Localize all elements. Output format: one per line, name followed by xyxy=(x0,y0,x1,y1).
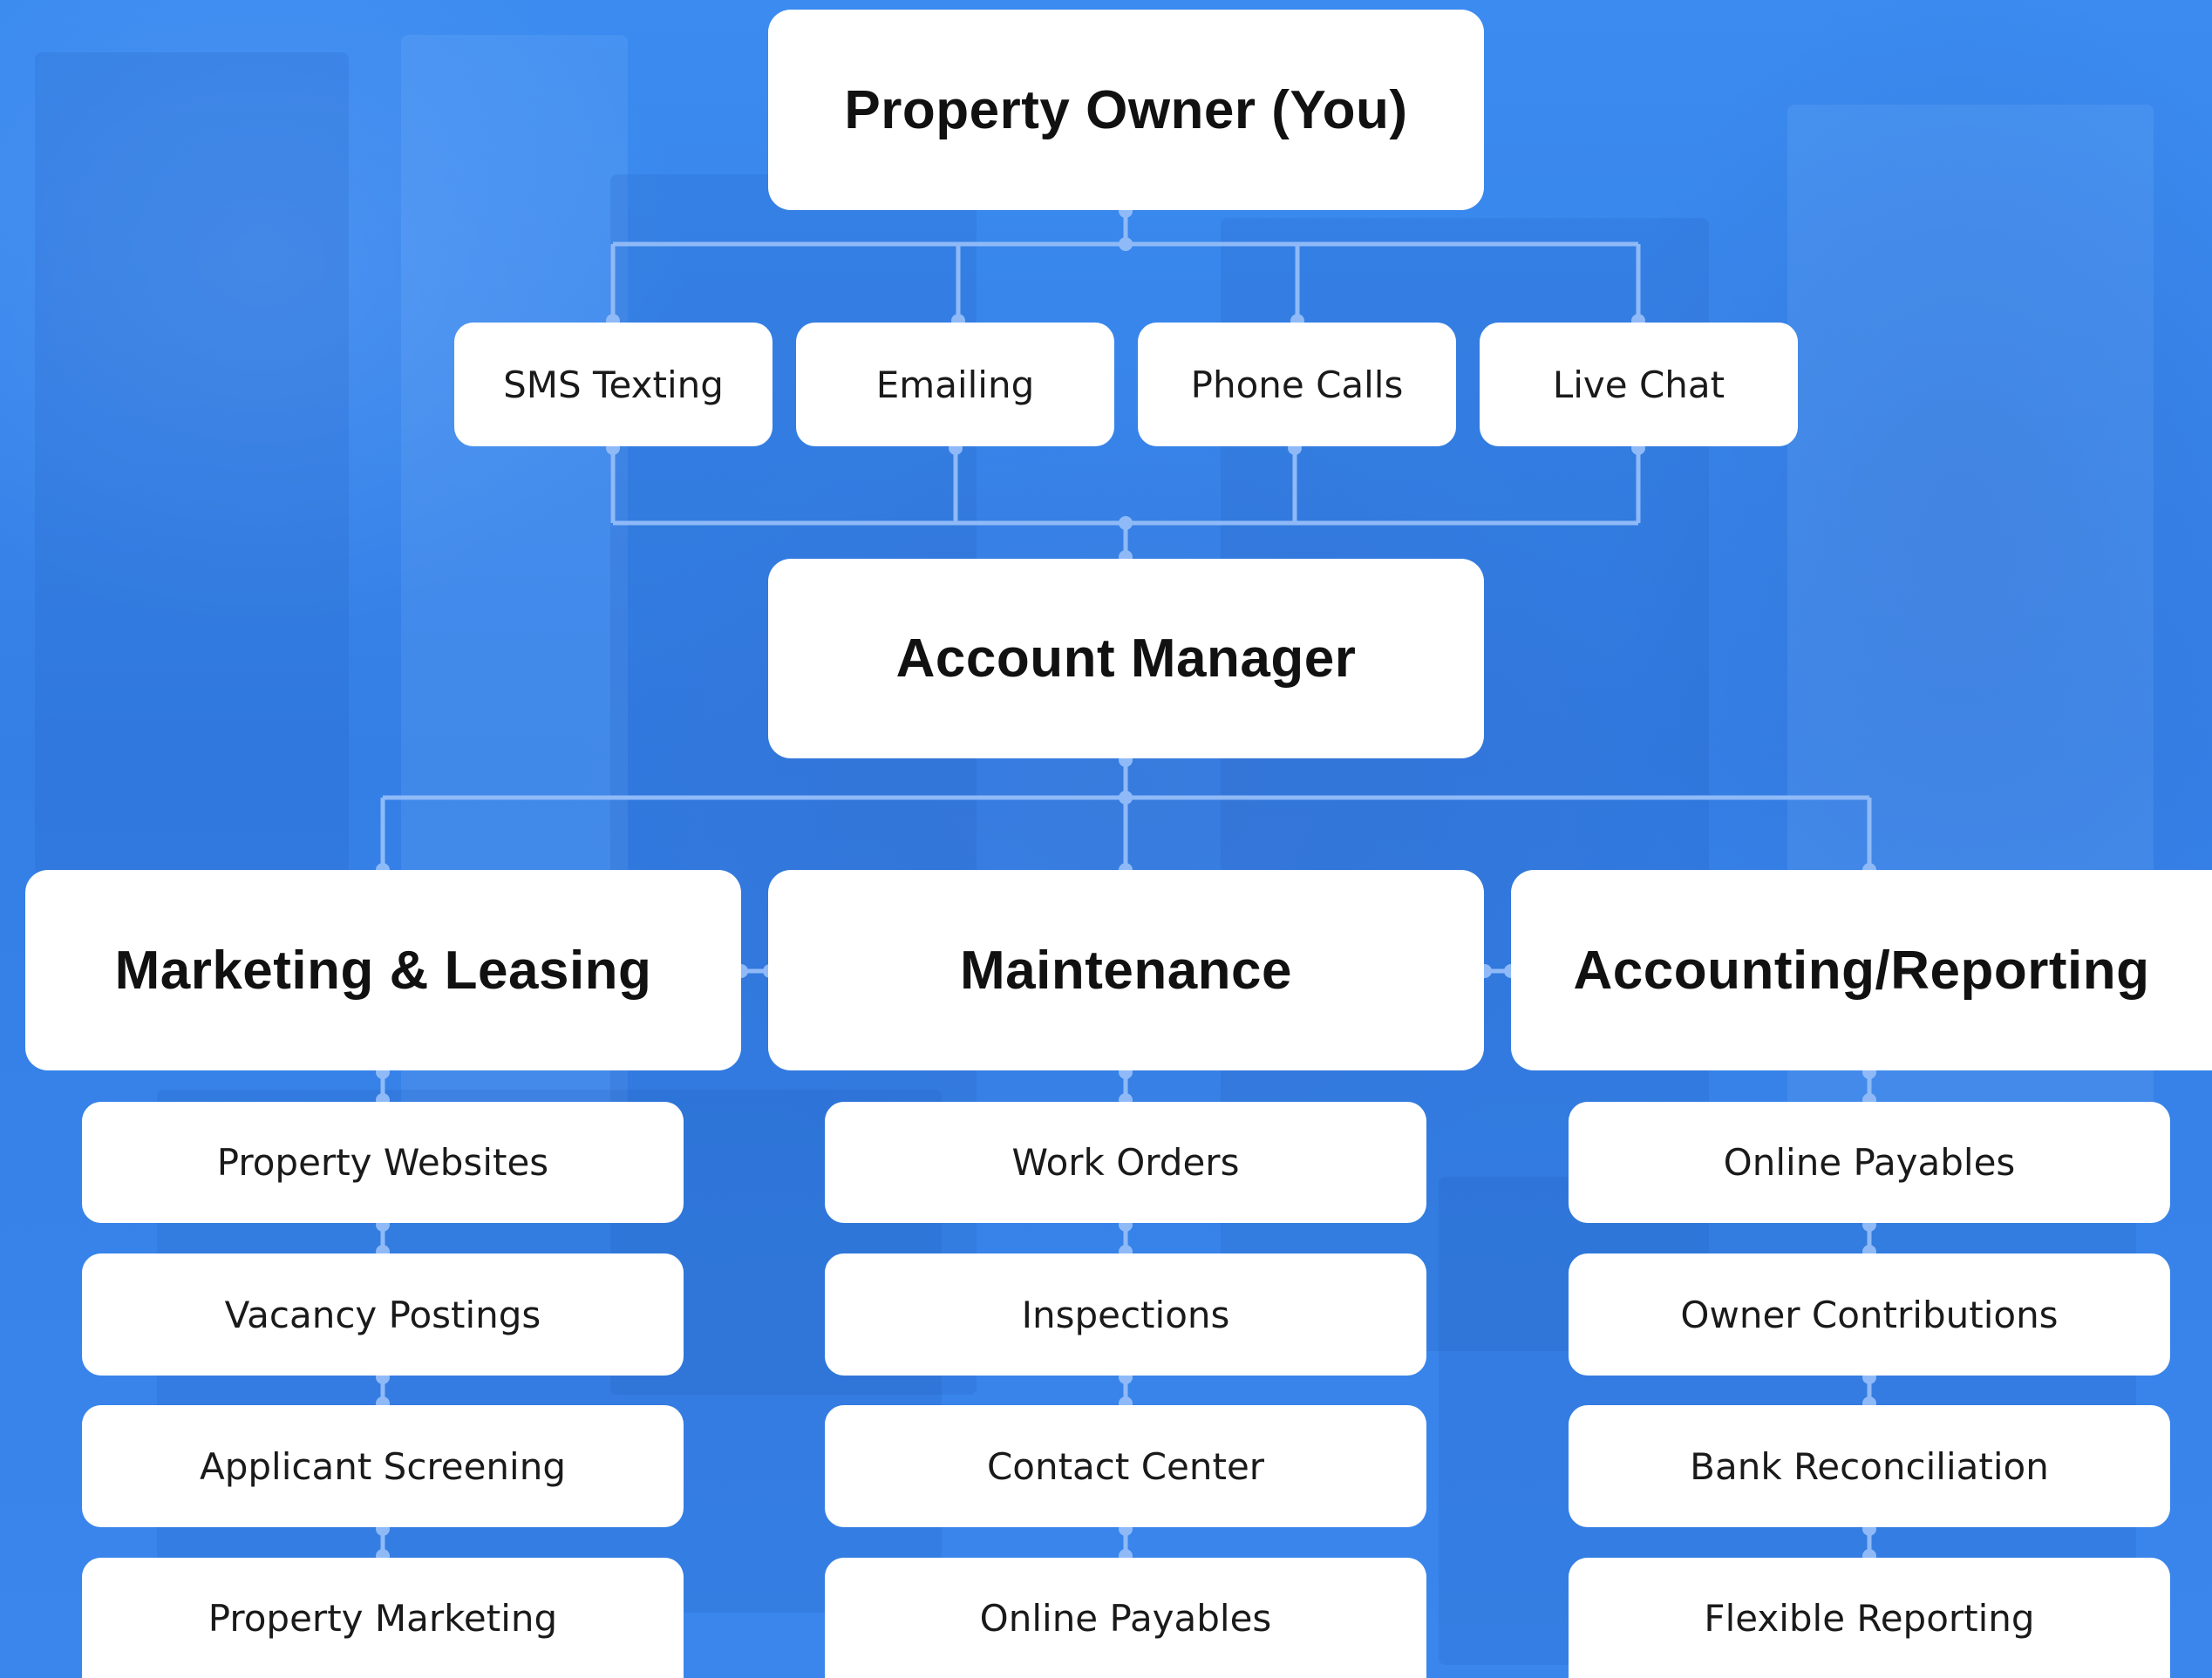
node-label: Maintenance xyxy=(959,940,1293,1001)
node-service: Online Payables xyxy=(825,1558,1426,1678)
node-dept-accounting: Accounting/Reporting xyxy=(1511,870,2212,1070)
node-label: Online Payables xyxy=(1723,1141,2016,1184)
node-dept-marketing: Marketing & Leasing xyxy=(25,870,741,1070)
node-label: Property Websites xyxy=(216,1141,549,1184)
node-label: Property Marketing xyxy=(208,1596,558,1640)
node-service: Owner Contributions xyxy=(1569,1253,2170,1376)
node-label: SMS Texting xyxy=(503,363,724,406)
node-label: Emailing xyxy=(875,363,1035,406)
node-channel-chat: Live Chat xyxy=(1480,323,1798,446)
node-label: Marketing & Leasing xyxy=(114,940,652,1001)
node-label: Contact Center xyxy=(986,1444,1265,1488)
node-service: Work Orders xyxy=(825,1102,1426,1223)
node-service: Flexible Reporting xyxy=(1569,1558,2170,1678)
node-label: Work Orders xyxy=(1011,1141,1240,1184)
node-channel-email: Emailing xyxy=(796,323,1114,446)
node-label: Flexible Reporting xyxy=(1704,1596,2035,1640)
node-service: Inspections xyxy=(825,1253,1426,1376)
node-label: Inspections xyxy=(1021,1293,1230,1336)
node-channel-phone: Phone Calls xyxy=(1138,323,1456,446)
node-dept-maintenance: Maintenance xyxy=(768,870,1484,1070)
node-label: Online Payables xyxy=(979,1596,1272,1640)
node-label: Phone Calls xyxy=(1190,363,1404,406)
node-label: Property Owner (You) xyxy=(844,79,1408,140)
node-account-manager: Account Manager xyxy=(768,559,1484,758)
node-channel-sms: SMS Texting xyxy=(454,323,772,446)
node-property-owner: Property Owner (You) xyxy=(768,10,1484,210)
node-label: Applicant Screening xyxy=(200,1444,566,1488)
node-label: Vacancy Postings xyxy=(224,1293,541,1336)
node-label: Live Chat xyxy=(1552,363,1725,406)
node-service: Property Websites xyxy=(82,1102,684,1223)
node-service: Property Marketing xyxy=(82,1558,684,1678)
node-service: Online Payables xyxy=(1569,1102,2170,1223)
node-label: Account Manager xyxy=(895,628,1357,689)
node-service: Contact Center xyxy=(825,1405,1426,1527)
node-service: Vacancy Postings xyxy=(82,1253,684,1376)
node-label: Bank Reconciliation xyxy=(1690,1444,2049,1488)
node-service: Bank Reconciliation xyxy=(1569,1405,2170,1527)
node-label: Owner Contributions xyxy=(1680,1293,2059,1336)
node-label: Accounting/Reporting xyxy=(1573,940,2150,1001)
node-service: Applicant Screening xyxy=(82,1405,684,1527)
